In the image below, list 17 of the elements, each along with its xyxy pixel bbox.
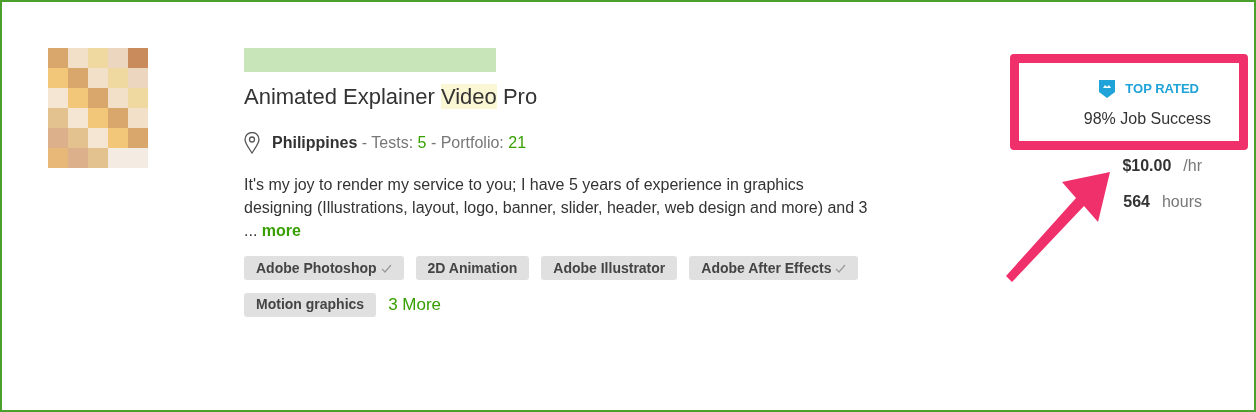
rate-unit: /hr xyxy=(1183,155,1202,176)
hours-unit: hours xyxy=(1161,191,1202,212)
job-success: 98% Job Success xyxy=(1083,108,1211,129)
location-details: Philippines - Tests: 5 - Portfolio: 21 xyxy=(272,133,527,153)
hours-count: 564 xyxy=(1123,191,1150,212)
skill-tag[interactable]: 2D Animation xyxy=(415,256,530,280)
hourly-rate: $10.00 xyxy=(1122,155,1172,176)
top-rated-label: TOP RATED xyxy=(1125,80,1199,98)
more-skills-link[interactable]: 3 More xyxy=(388,292,442,318)
location-pin-icon xyxy=(244,132,260,154)
shield-icon xyxy=(1099,79,1116,98)
skill-tag[interactable]: Adobe Illustrator xyxy=(541,256,678,280)
skill-tag[interactable]: Motion graphics xyxy=(244,292,377,317)
skill-tag[interactable]: Adobe Photoshop xyxy=(244,256,404,280)
skill-tag[interactable]: Adobe After Effects xyxy=(689,256,859,280)
freelancer-title: Animated Explainer Video Pro xyxy=(244,83,539,111)
description: It's my joy to render my service to you; I have 5 years of experience in graphics designing (Illustrations, layout, logo, banner, slider, header, web design and more) and 3 ... more xyxy=(244,175,869,241)
